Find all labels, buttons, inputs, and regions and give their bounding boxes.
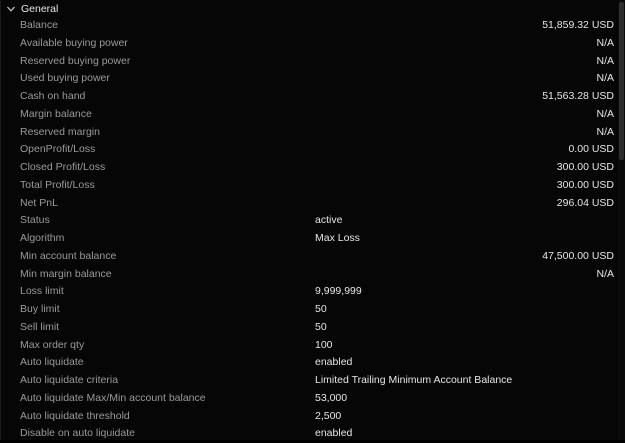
section-header-general[interactable]: General bbox=[1, 0, 619, 17]
property-row: Max order qty 100 bbox=[1, 337, 619, 355]
property-value: 0.00 USD bbox=[568, 143, 614, 156]
property-row: Auto liquidate criteria Limited Trailing … bbox=[1, 372, 619, 390]
property-value: 51,563.28 USD bbox=[542, 90, 614, 102]
property-value: active bbox=[315, 214, 343, 227]
property-value: 296.04 USD bbox=[556, 196, 614, 209]
property-row: Min account balance 47,500.00 USD bbox=[1, 248, 619, 266]
property-value: 9,999,999 bbox=[315, 285, 362, 298]
property-label: OpenProfit/Loss bbox=[20, 143, 96, 156]
property-label: Max order qty bbox=[20, 338, 85, 351]
property-label: Closed Profit/Loss bbox=[20, 161, 106, 173]
property-label: Total Profit/Loss bbox=[20, 178, 95, 191]
property-label: Algorithm bbox=[20, 232, 65, 244]
property-label: Auto liquidate threshold bbox=[20, 409, 130, 422]
property-label: Status bbox=[20, 214, 50, 227]
property-value: 50 bbox=[315, 320, 327, 333]
property-label: Auto liquidate bbox=[20, 356, 84, 369]
property-value: Max Loss bbox=[315, 232, 360, 244]
property-label: Min margin balance bbox=[20, 267, 112, 280]
property-label: Balance bbox=[20, 19, 58, 31]
scrollbar-thumb[interactable] bbox=[619, 2, 624, 160]
property-row: Disable on auto liquidate enabled bbox=[1, 425, 619, 443]
property-label: Auto liquidate criteria bbox=[20, 374, 119, 386]
property-value: enabled bbox=[315, 427, 353, 440]
property-label: Auto liquidate Max/Min account balance bbox=[20, 391, 206, 404]
property-label: Reserved buying power bbox=[20, 54, 131, 67]
property-value: N/A bbox=[596, 267, 614, 280]
property-row: Loss limit 9,999,999 bbox=[1, 283, 619, 301]
property-value: N/A bbox=[596, 36, 614, 49]
property-label: Cash on hand bbox=[20, 90, 86, 102]
property-label: Loss limit bbox=[20, 285, 64, 298]
property-row: Reserved buying power N/A bbox=[1, 53, 619, 71]
properties-list: Balance 51,859.32 USD Available buying pow… bbox=[1, 17, 619, 443]
property-value: 300.00 USD bbox=[556, 161, 614, 173]
property-value: 51,859.32 USD bbox=[542, 19, 614, 31]
property-value: Limited Trailing Minimum Account Balance bbox=[315, 374, 513, 386]
property-row: Auto liquidate threshold 2,500 bbox=[1, 408, 619, 426]
property-label: Reserved margin bbox=[20, 125, 100, 138]
property-row: Status active bbox=[1, 212, 619, 230]
property-value: 100 bbox=[315, 338, 333, 351]
property-row: OpenProfit/Loss 0.00 USD bbox=[1, 141, 619, 159]
scrollbar[interactable] bbox=[618, 0, 625, 440]
property-value: 300.00 USD bbox=[556, 178, 614, 191]
account-details-panel: General Balance 51,859.32 USD Available bu… bbox=[0, 0, 625, 440]
property-label: Used buying power bbox=[20, 72, 110, 85]
property-value: N/A bbox=[596, 107, 614, 120]
property-row: Used buying power N/A bbox=[1, 70, 619, 88]
property-row: Balance 51,859.32 USD bbox=[1, 17, 619, 35]
property-value: N/A bbox=[596, 125, 614, 138]
property-row: Reserved margin N/A bbox=[1, 124, 619, 142]
property-row: Cash on hand 51,563.28 USD bbox=[1, 88, 619, 106]
property-value: 53,000 bbox=[315, 391, 348, 404]
property-value: enabled bbox=[315, 356, 353, 369]
property-row: Total Profit/Loss 300.00 USD bbox=[1, 177, 619, 195]
property-row: Net PnL 296.04 USD bbox=[1, 195, 619, 213]
property-row: Buy limit 50 bbox=[1, 301, 619, 319]
property-label: Margin balance bbox=[20, 107, 92, 120]
property-value: 2,500 bbox=[315, 409, 342, 422]
property-row: Margin balance N/A bbox=[1, 106, 619, 124]
property-value: 50 bbox=[315, 303, 327, 315]
property-label: Sell limit bbox=[20, 320, 60, 333]
property-label: Available buying power bbox=[20, 36, 128, 49]
property-label: Disable on auto liquidate bbox=[20, 427, 135, 440]
chevron-down-icon[interactable] bbox=[6, 4, 16, 14]
property-row: Auto liquidate enabled bbox=[1, 354, 619, 372]
property-value: 47,500.00 USD bbox=[542, 249, 614, 262]
property-label: Buy limit bbox=[20, 303, 60, 315]
property-row: Sell limit 50 bbox=[1, 319, 619, 337]
property-row: Auto liquidate Max/Min account balance 53… bbox=[1, 390, 619, 408]
property-row: Available buying power N/A bbox=[1, 35, 619, 53]
property-label: Net PnL bbox=[20, 196, 58, 209]
property-row: Min margin balance N/A bbox=[1, 266, 619, 284]
property-value: N/A bbox=[596, 72, 614, 85]
section-title: General bbox=[21, 2, 59, 15]
property-label: Min account balance bbox=[20, 249, 117, 262]
property-row: Algorithm Max Loss bbox=[1, 230, 619, 248]
property-value: N/A bbox=[596, 54, 614, 67]
property-row: Closed Profit/Loss 300.00 USD bbox=[1, 159, 619, 177]
